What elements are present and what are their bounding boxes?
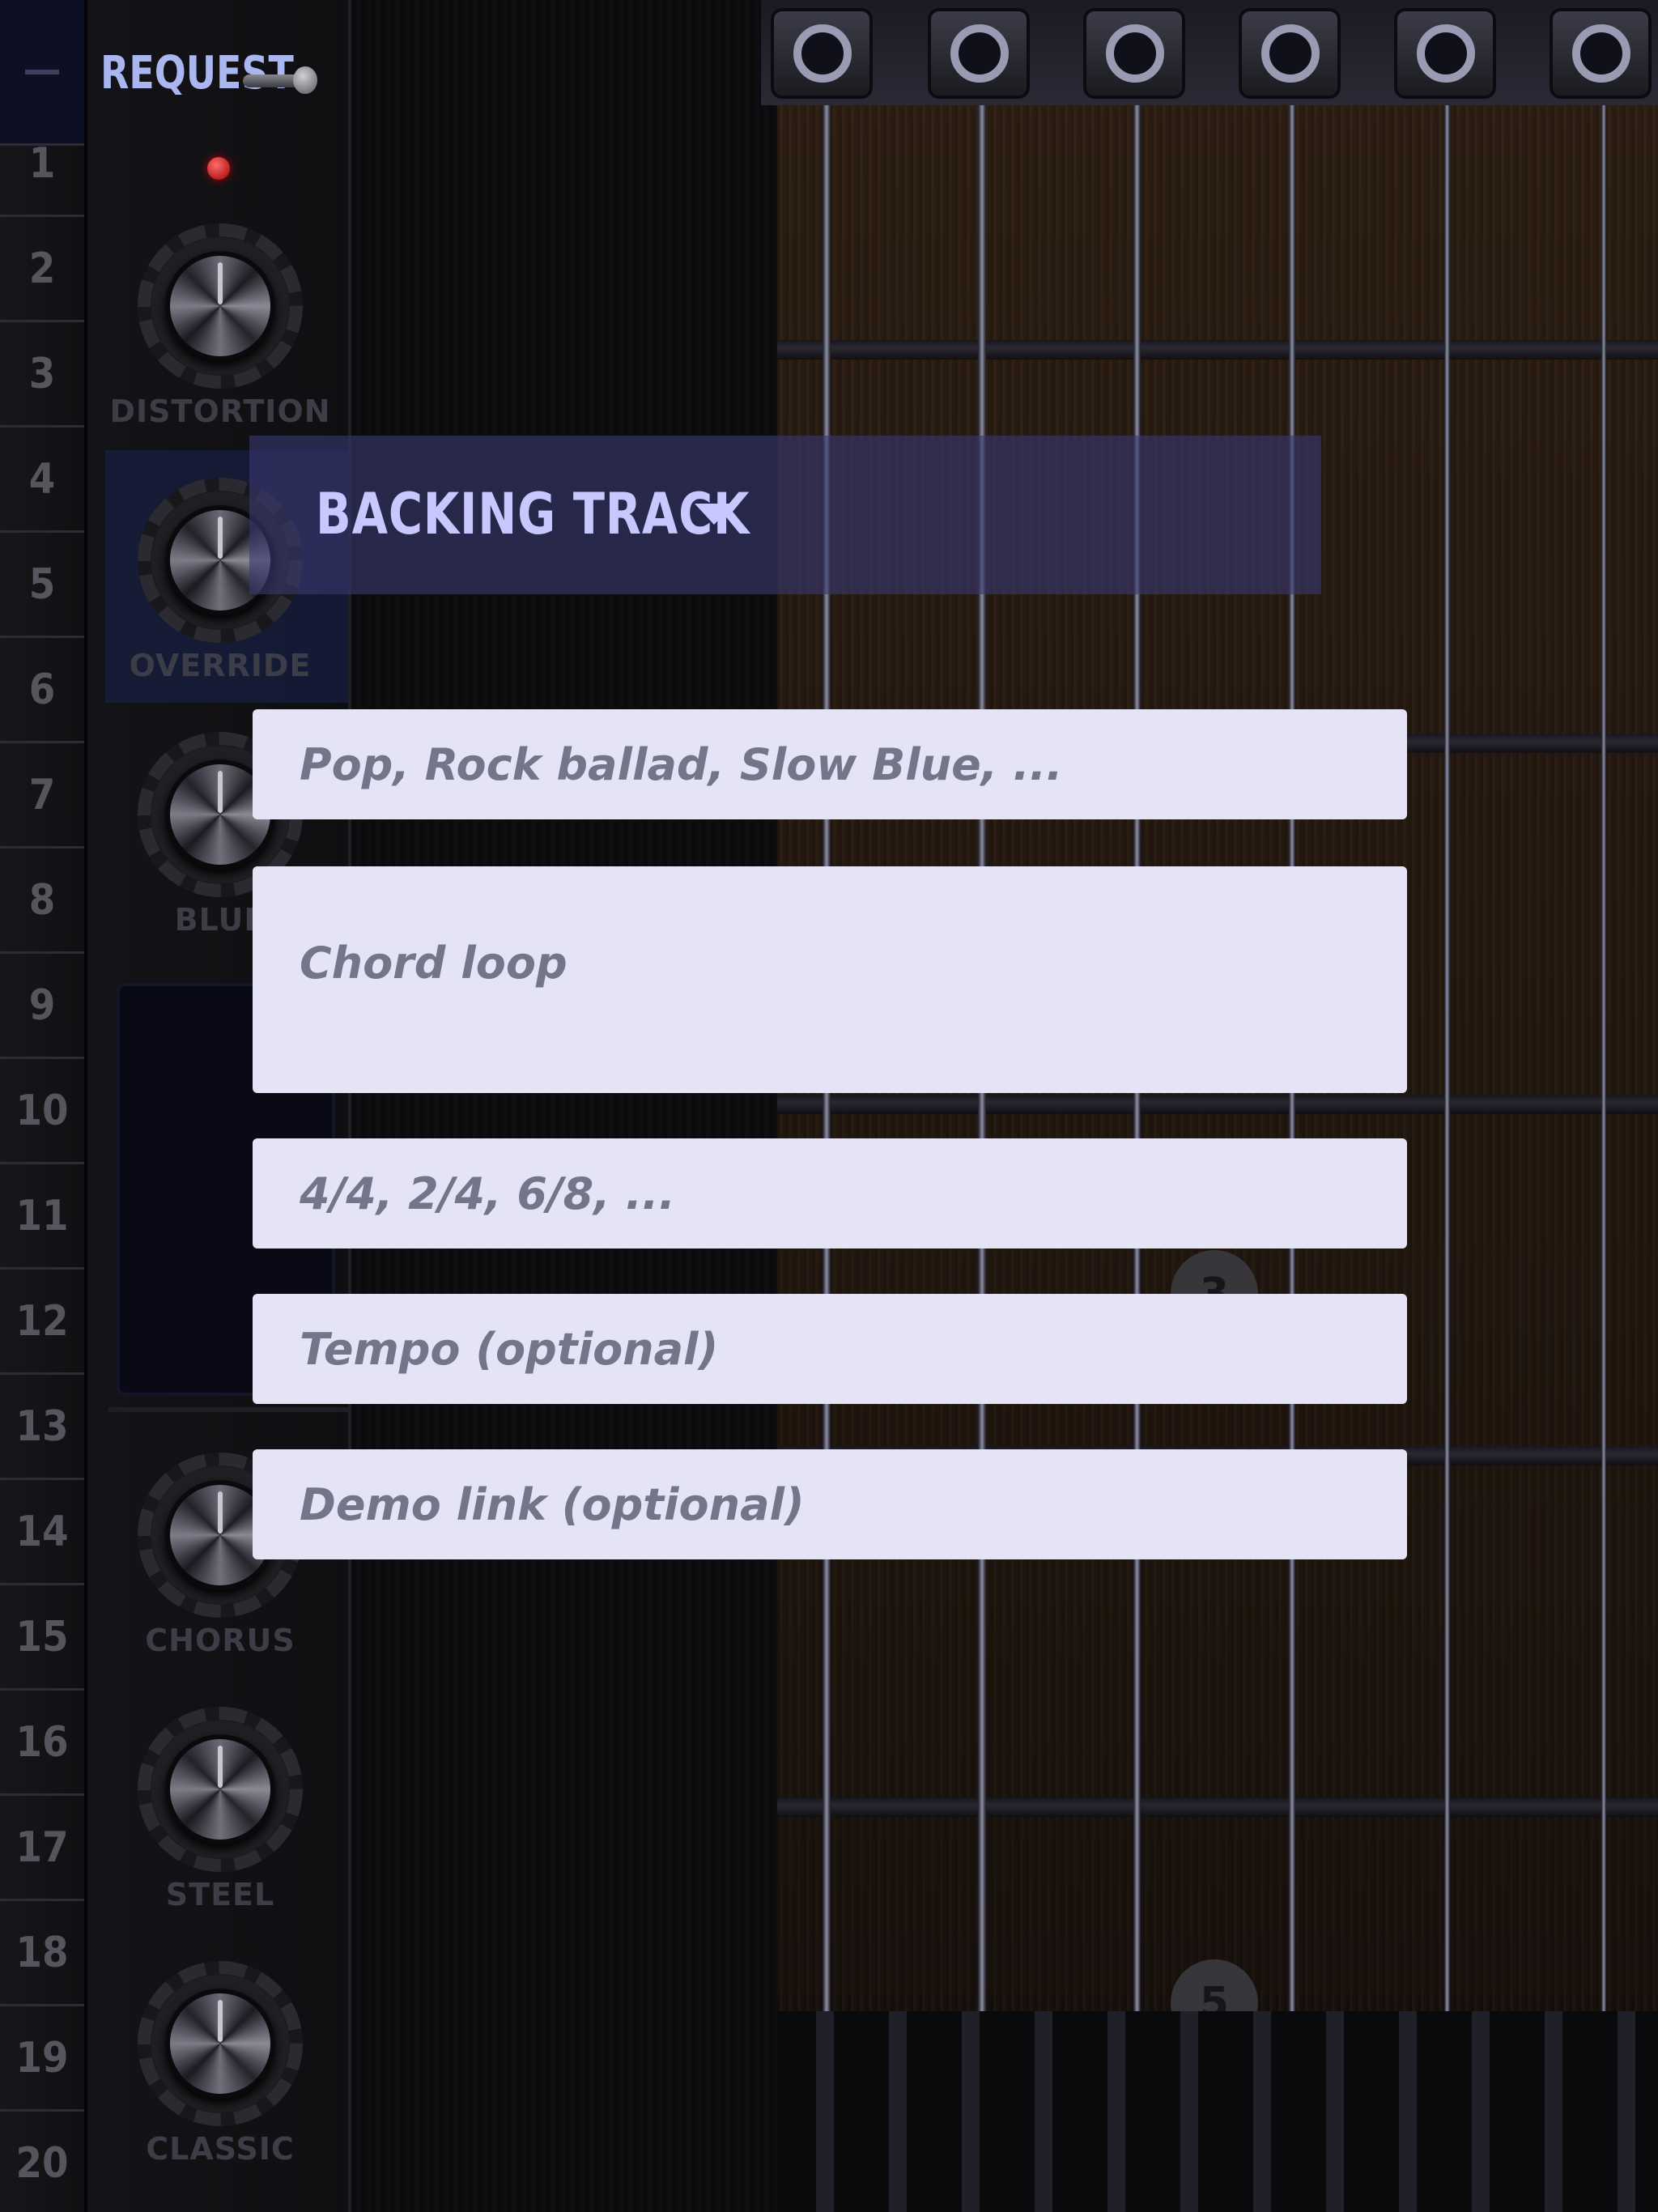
fret-number-column: 1 2 3 4 5 6 7 8 9 10 11 12 13 14 15 16 1… bbox=[0, 0, 87, 2212]
fret-number-4: 4 bbox=[0, 428, 84, 533]
led-indicator-icon bbox=[207, 157, 230, 180]
toggle-switch-icon[interactable] bbox=[243, 63, 317, 96]
classic-knob[interactable] bbox=[138, 1961, 303, 2126]
fret-number-17: 17 bbox=[0, 1796, 84, 1901]
fret-wire bbox=[777, 340, 1658, 359]
headstock-nut bbox=[761, 0, 1658, 105]
fret-number-2: 2 bbox=[0, 217, 84, 322]
tuning-peg-icon[interactable] bbox=[1239, 8, 1341, 99]
demo-link-input[interactable] bbox=[253, 1449, 1407, 1559]
fret-number-20: 20 bbox=[0, 2112, 84, 2212]
center-background bbox=[351, 0, 777, 2212]
fret-number-19: 19 bbox=[0, 2006, 84, 2112]
fret-number-18: 18 bbox=[0, 1901, 84, 2006]
tuning-peg-icon[interactable] bbox=[1083, 8, 1185, 99]
fret-number-11: 11 bbox=[0, 1164, 84, 1270]
tempo-input[interactable] bbox=[253, 1294, 1407, 1404]
tuning-peg-icon[interactable] bbox=[1550, 8, 1652, 99]
tuning-peg-icon[interactable] bbox=[928, 8, 1030, 99]
backing-track-title: BACKING TRACK bbox=[316, 481, 750, 547]
fret-number-12: 12 bbox=[0, 1270, 84, 1375]
style-input[interactable] bbox=[253, 709, 1407, 819]
fret-wire bbox=[777, 1095, 1658, 1114]
divider bbox=[108, 1407, 348, 1412]
dropdown-caret-icon[interactable] bbox=[695, 504, 733, 525]
chorus-label: CHORUS bbox=[145, 1623, 295, 1658]
distortion-knob[interactable] bbox=[138, 223, 303, 389]
fret-number-1: 1 bbox=[0, 112, 84, 217]
fret-number-7: 7 bbox=[0, 743, 84, 849]
time-signature-input[interactable] bbox=[253, 1138, 1407, 1249]
tuning-peg-icon[interactable] bbox=[1394, 8, 1496, 99]
fret-number-13: 13 bbox=[0, 1375, 84, 1480]
fret-number-14: 14 bbox=[0, 1480, 84, 1585]
fret-number-8: 8 bbox=[0, 849, 84, 954]
classic-label: CLASSIC bbox=[146, 2131, 295, 2167]
fret-number-9: 9 bbox=[0, 954, 84, 1059]
fret-number-10: 10 bbox=[0, 1059, 84, 1164]
guitar-string-6[interactable] bbox=[1601, 81, 1606, 2212]
distortion-label: DISTORTION bbox=[109, 393, 331, 429]
chord-loop-input[interactable] bbox=[253, 866, 1407, 1093]
fret-number-5: 5 bbox=[0, 533, 84, 638]
guitar-string-5[interactable] bbox=[1444, 81, 1450, 2212]
fret-number-6: 6 bbox=[0, 638, 84, 743]
steel-label: STEEL bbox=[165, 1877, 275, 1912]
fret-number-16: 16 bbox=[0, 1691, 84, 1796]
fret-number-3: 3 bbox=[0, 322, 84, 428]
fret-wire bbox=[777, 1797, 1658, 1817]
fret-number-15: 15 bbox=[0, 1585, 84, 1691]
bridge-pickup bbox=[777, 2011, 1658, 2212]
override-label: OVERRIDE bbox=[129, 648, 312, 683]
steel-knob[interactable] bbox=[138, 1707, 303, 1872]
tuning-peg-icon[interactable] bbox=[771, 8, 873, 99]
